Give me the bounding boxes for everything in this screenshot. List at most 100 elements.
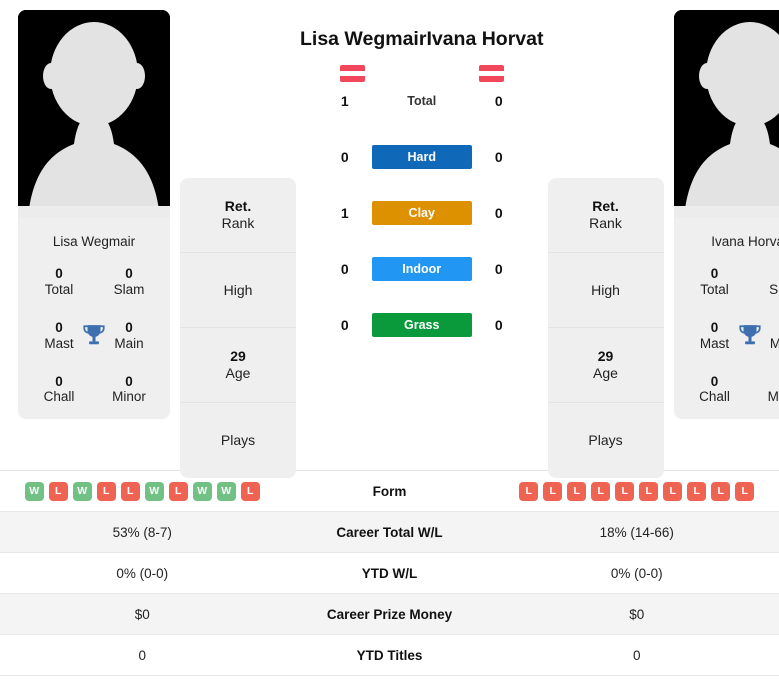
comparison-header: Lisa Wegmair 0 Total 0 Slam 0 Mast 0 Mai…: [0, 0, 779, 478]
stats-row-label: YTD Titles: [356, 647, 423, 663]
form-badge-loss: L: [639, 481, 659, 501]
stats-comparison-table: WLWLLWLWWL Form LLLLLLLLLL 53% (8-7) Car…: [0, 470, 779, 676]
info-label: Rank: [221, 215, 255, 231]
stats-row-ytd-wl: 0% (0-0) YTD W/L 0% (0-0): [0, 553, 779, 594]
titles-value: 0: [710, 265, 719, 281]
h2h-label-wrap: Grass: [371, 313, 472, 337]
titles-cell: 0 Chall: [680, 374, 750, 406]
info-row-high: High: [547, 253, 664, 328]
form-badge-loss: L: [240, 481, 260, 501]
info-label: Plays: [588, 432, 623, 449]
form-badge-win: W: [24, 481, 44, 501]
titles-cell: 0 Slam: [750, 266, 779, 298]
info-label: High: [591, 281, 620, 298]
titles-label: Minor: [767, 389, 779, 405]
left-stat-value: 0% (0-0): [116, 565, 169, 581]
form-badge-loss: L: [96, 481, 116, 501]
right-form-cell: LLLLLLLLLL: [495, 481, 779, 501]
info-row-age: 29 Age: [180, 328, 296, 403]
stats-row-label: Form: [372, 483, 407, 499]
h2h-right-score: 0: [494, 261, 503, 277]
right-player-name[interactable]: Ivana Horvat: [426, 28, 543, 51]
stats-row-ytd-titles: 0 YTD Titles 0: [0, 635, 779, 676]
left-info-card: Ret. Rank High 29 Age Plays: [180, 178, 296, 478]
left-stat-value: 53% (8-7): [112, 524, 172, 540]
titles-label: Total: [700, 281, 729, 297]
left-titles-grid: 0 Total 0 Slam 0 Mast 0 Main 0 Chall 0 M…: [24, 266, 164, 406]
titles-label: Slam: [769, 281, 779, 297]
h2h-left-score: 1: [340, 93, 349, 109]
h2h-row-clay: 1 Clay 0: [296, 185, 548, 241]
info-label: Age: [593, 365, 618, 381]
titles-value: 0: [125, 373, 133, 389]
form-badge-loss: L: [591, 481, 611, 501]
h2h-label-wrap: Hard: [371, 145, 472, 169]
form-badge-loss: L: [519, 481, 539, 501]
info-row-plays: Plays: [180, 403, 296, 478]
h2h-right-score: 0: [494, 93, 503, 109]
info-row-rank: Ret. Rank: [180, 178, 296, 253]
titles-label: Slam: [113, 281, 145, 297]
h2h-row-grass: 0 Grass 0: [296, 297, 548, 353]
right-player-avatar: [673, 10, 779, 218]
titles-value: 0: [125, 265, 133, 281]
left-titles-card-name: Lisa Wegmair: [52, 234, 136, 249]
form-badge-loss: L: [735, 481, 755, 501]
form-badge-loss: L: [567, 481, 587, 501]
left-player-column: Lisa Wegmair 0 Total 0 Slam 0 Mast 0 Mai…: [18, 10, 170, 420]
info-label: Rank: [589, 215, 622, 231]
right-info-column: Ret. Rank High 29 Age Plays: [547, 10, 664, 478]
left-player-name[interactable]: Lisa Wegmair: [300, 28, 426, 51]
titles-cell: 0 Total: [24, 266, 94, 298]
h2h-surface-badge-clay[interactable]: Clay: [371, 201, 472, 225]
h2h-label-wrap: Total: [372, 92, 472, 110]
left-form-badges: WLWLLWLWWL: [6, 481, 279, 501]
right-stat-value: 0: [632, 647, 641, 663]
h2h-surface-badge-hard[interactable]: Hard: [371, 145, 472, 169]
stats-row-career-prize-money: $0 Career Prize Money $0: [0, 594, 779, 635]
trophy-icon: [81, 323, 107, 349]
form-badge-win: W: [144, 481, 164, 501]
left-titles-card: Lisa Wegmair 0 Total 0 Slam 0 Mast 0 Mai…: [18, 218, 170, 420]
form-badge-win: W: [192, 481, 212, 501]
head-to-head-panel: Lisa Wegmair Ivana Horvat 1 Total 0 0 Ha…: [296, 10, 548, 353]
stats-row-label: YTD W/L: [361, 565, 418, 581]
h2h-surface-label: Total: [407, 94, 437, 108]
info-value: Ret.: [224, 198, 252, 215]
h2h-surface-badge-grass[interactable]: Grass: [371, 313, 472, 337]
right-info-card: Ret. Rank High 29 Age Plays: [547, 178, 664, 478]
form-badge-loss: L: [120, 481, 140, 501]
form-badge-loss: L: [687, 481, 707, 501]
stats-row-label: Career Prize Money: [326, 606, 453, 622]
right-stat-value: $0: [629, 606, 645, 622]
left-form-cell: WLWLLWLWWL: [0, 481, 285, 501]
h2h-surface-badge-indoor[interactable]: Indoor: [371, 257, 472, 281]
right-stat-value: 0% (0-0): [610, 565, 663, 581]
form-badge-loss: L: [48, 481, 68, 501]
form-badge-loss: L: [663, 481, 683, 501]
info-label: Age: [225, 365, 251, 381]
titles-cell: 0 Total: [680, 266, 750, 298]
form-badge-win: W: [72, 481, 92, 501]
titles-label: Chall: [43, 389, 75, 405]
titles-cell: 0 Chall: [24, 374, 94, 406]
info-value: Ret.: [592, 198, 619, 215]
info-row-high: High: [180, 253, 296, 328]
h2h-row-indoor: 0 Indoor 0: [296, 241, 548, 297]
h2h-left-score: 0: [340, 261, 349, 277]
info-row-age: 29 Age: [547, 328, 664, 403]
right-titles-card-name: Ivana Horvat: [711, 234, 779, 249]
h2h-left-score: 1: [340, 205, 349, 221]
head-to-head-rows: 1 Total 0 0 Hard 0 1 Clay 0 0 Indoor 0 0…: [296, 73, 548, 353]
player-comparison-page: Lisa Wegmair 0 Total 0 Slam 0 Mast 0 Mai…: [0, 0, 779, 699]
left-stat-value: $0: [134, 606, 150, 622]
form-badge-loss: L: [168, 481, 188, 501]
titles-value: 0: [710, 373, 719, 389]
form-badge-loss: L: [711, 481, 731, 501]
info-label: High: [223, 281, 253, 298]
titles-label: Minor: [112, 389, 146, 405]
titles-value: 0: [55, 373, 63, 389]
form-badge-win: W: [216, 481, 236, 501]
right-titles-grid: 0 Total 0 Slam 0 Mast 0 Main: [680, 266, 779, 406]
h2h-label-wrap: Indoor: [371, 257, 472, 281]
